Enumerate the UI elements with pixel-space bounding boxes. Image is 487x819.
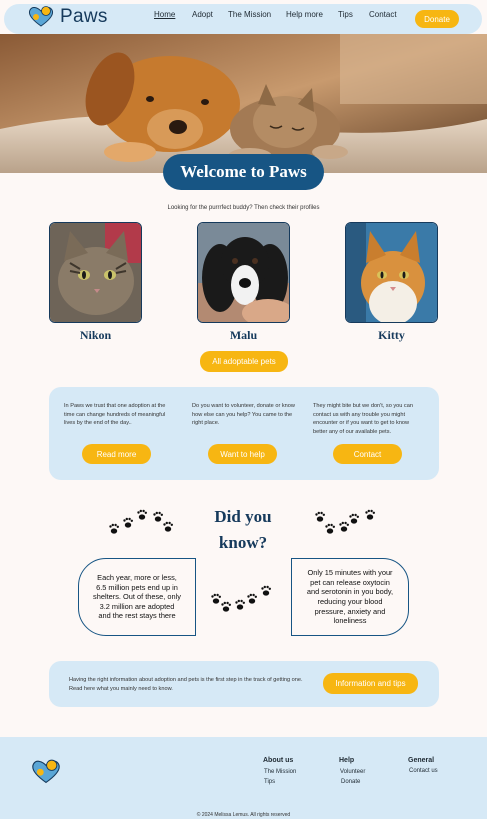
read-more-button[interactable]: Read more [82,444,151,464]
footer [0,737,487,819]
tips-text: Having the right information about adopt… [69,677,303,692]
copyright: © 2024 Melissa Lemus. All rights reserve… [196,812,291,818]
tagline: Looking for the purrrfect buddy? Then ch… [167,205,320,211]
pet-photo-nikon[interactable] [49,222,142,323]
welcome-banner: Welcome to Paws [163,154,324,190]
nav-the-mission[interactable]: The Mission [228,10,271,19]
footer-link-the-mission[interactable]: The Mission [264,769,296,775]
nav-adopt[interactable]: Adopt [192,10,213,19]
info-text-about: In Paws we trust that one adoption at th… [64,403,166,426]
did-you-know-title: Did you know? [214,507,272,552]
footer-link-donate[interactable]: Donate [341,779,360,785]
info-text-help: Do you want to volunteer, donate or know… [192,403,295,426]
footer-heading-about: About us [263,757,294,764]
paw-prints-icon [109,509,173,534]
footer-link-tips[interactable]: Tips [264,779,275,785]
footer-link-volunteer[interactable]: Volunteer [340,769,365,775]
paws-logo-icon[interactable] [30,758,62,784]
pet-photo-malu[interactable] [197,222,290,323]
pet-name-kitty[interactable]: Kitty [345,328,438,343]
nav-help-more[interactable]: Help more [286,10,323,19]
paw-prints-icon [315,509,375,534]
paws-logo-icon[interactable] [27,5,55,27]
paw-prints-icon [211,585,271,612]
nav-contact[interactable]: Contact [369,10,397,19]
hero-image [0,34,487,173]
fact-text-shelters: Each year, more or less, 6.5 million pet… [93,573,181,621]
want-to-help-button[interactable]: Want to help [208,444,277,464]
footer-heading-help: Help [339,757,355,764]
pet-photo-kitty[interactable] [345,222,438,323]
contact-button[interactable]: Contact [333,444,402,464]
footer-link-contact-us[interactable]: Contact us [409,768,438,774]
pet-name-malu[interactable]: Malu [197,328,290,343]
pet-name-nikon[interactable]: Nikon [49,328,142,343]
fact-card-oxytocin: Only 15 minutes with your pet can releas… [291,558,409,636]
info-text-contact: They might bite but we don't, so you can… [313,403,413,435]
donate-button[interactable]: Donate [415,10,459,28]
nav-home[interactable]: Home [154,10,175,19]
fact-text-oxytocin: Only 15 minutes with your pet can releas… [306,568,394,626]
footer-heading-general: General [408,757,435,764]
nav-tips[interactable]: Tips [338,10,353,19]
all-adoptable-pets-button[interactable]: All adoptable pets [200,351,288,372]
information-and-tips-button[interactable]: Information and tips [323,673,418,694]
brand-name[interactable]: Paws [60,6,108,28]
fact-card-shelters: Each year, more or less, 6.5 million pet… [78,558,196,636]
